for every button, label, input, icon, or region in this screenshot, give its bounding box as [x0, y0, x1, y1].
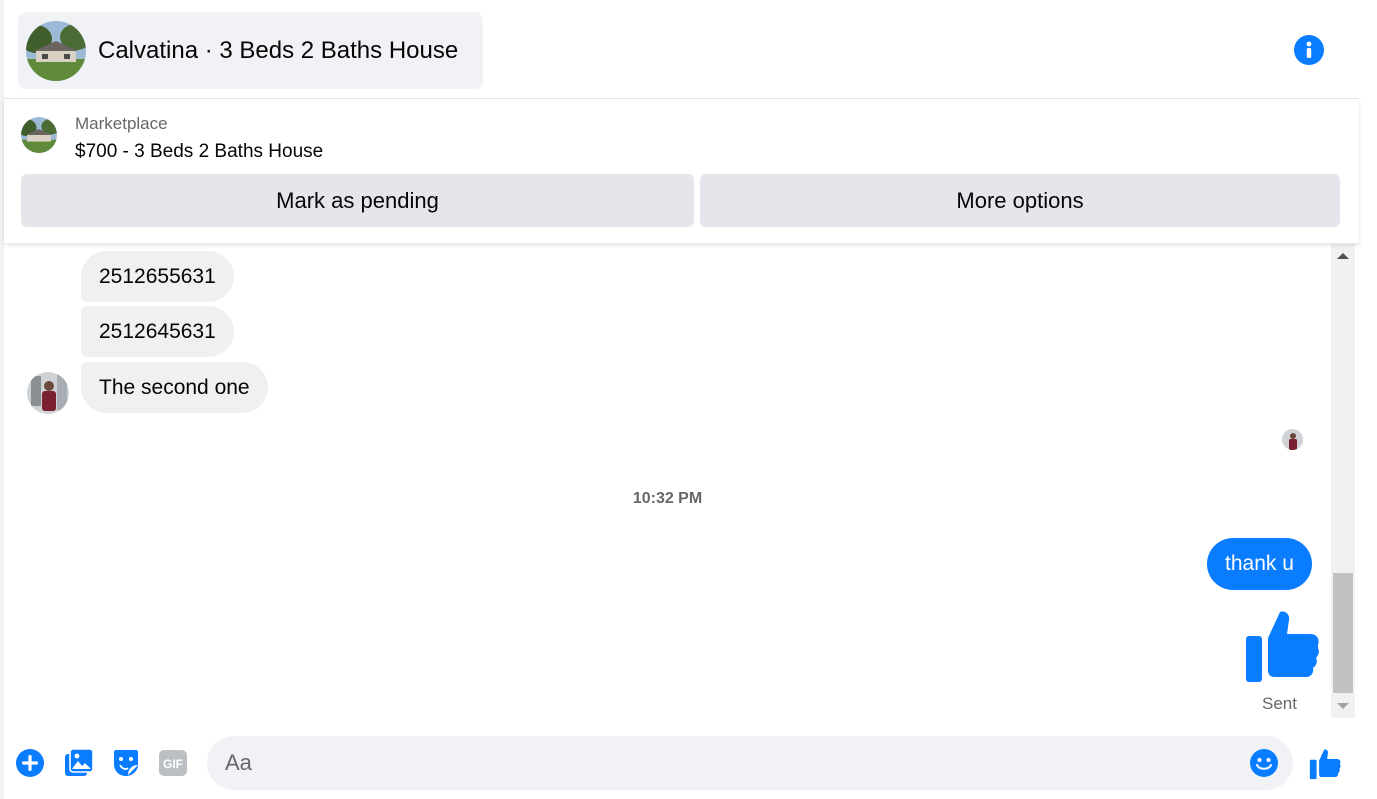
messages-scrollbar[interactable]: [1331, 244, 1355, 718]
conversation-header: Calvatina · 3 Beds 2 Baths House: [4, 0, 1359, 99]
messenger-window: Calvatina · 3 Beds 2 Baths House Marketp…: [0, 0, 1377, 799]
composer-bar: GIF: [4, 720, 1359, 799]
scroll-up-arrow[interactable]: [1331, 244, 1355, 268]
message-input[interactable]: [225, 736, 1235, 790]
like-icon[interactable]: [1308, 748, 1342, 780]
incoming-message[interactable]: The second one: [81, 362, 268, 413]
marketplace-panel: Marketplace $700 - 3 Beds 2 Baths House …: [4, 99, 1359, 243]
sticker-icon[interactable]: [111, 748, 141, 778]
delivery-status: Sent: [1262, 694, 1297, 713]
message-timestamp: 10:32 PM: [632, 490, 703, 507]
listing-title[interactable]: $700 - 3 Beds 2 Baths House: [75, 141, 323, 163]
listing-thumbnail[interactable]: [21, 117, 57, 153]
incoming-message[interactable]: 2512655631: [81, 251, 234, 302]
conversation-title: Calvatina · 3 Beds 2 Baths House: [98, 36, 459, 64]
scroll-down-arrow[interactable]: [1331, 694, 1355, 718]
listing-avatar: [26, 20, 86, 81]
incoming-message[interactable]: 2512645631: [81, 306, 234, 357]
photo-icon[interactable]: [64, 748, 94, 778]
marketplace-label: Marketplace: [75, 114, 168, 133]
mark-as-pending-button[interactable]: Mark as pending: [21, 174, 694, 227]
seen-receipt-avatar: [1282, 429, 1303, 450]
more-options-button[interactable]: More options: [700, 174, 1340, 227]
scroll-thumb[interactable]: [1333, 573, 1353, 693]
plus-icon[interactable]: [15, 748, 45, 778]
sender-avatar[interactable]: [27, 372, 69, 414]
message-input-container: [207, 736, 1293, 790]
emoji-icon[interactable]: [1249, 748, 1279, 778]
conversation-title-button[interactable]: Calvatina · 3 Beds 2 Baths House: [18, 12, 483, 89]
gif-icon[interactable]: GIF: [158, 748, 188, 778]
thumbs-up-icon[interactable]: [1244, 608, 1320, 684]
outgoing-message[interactable]: thank u: [1207, 538, 1312, 590]
svg-text:GIF: GIF: [163, 757, 183, 771]
info-icon[interactable]: [1294, 35, 1324, 65]
